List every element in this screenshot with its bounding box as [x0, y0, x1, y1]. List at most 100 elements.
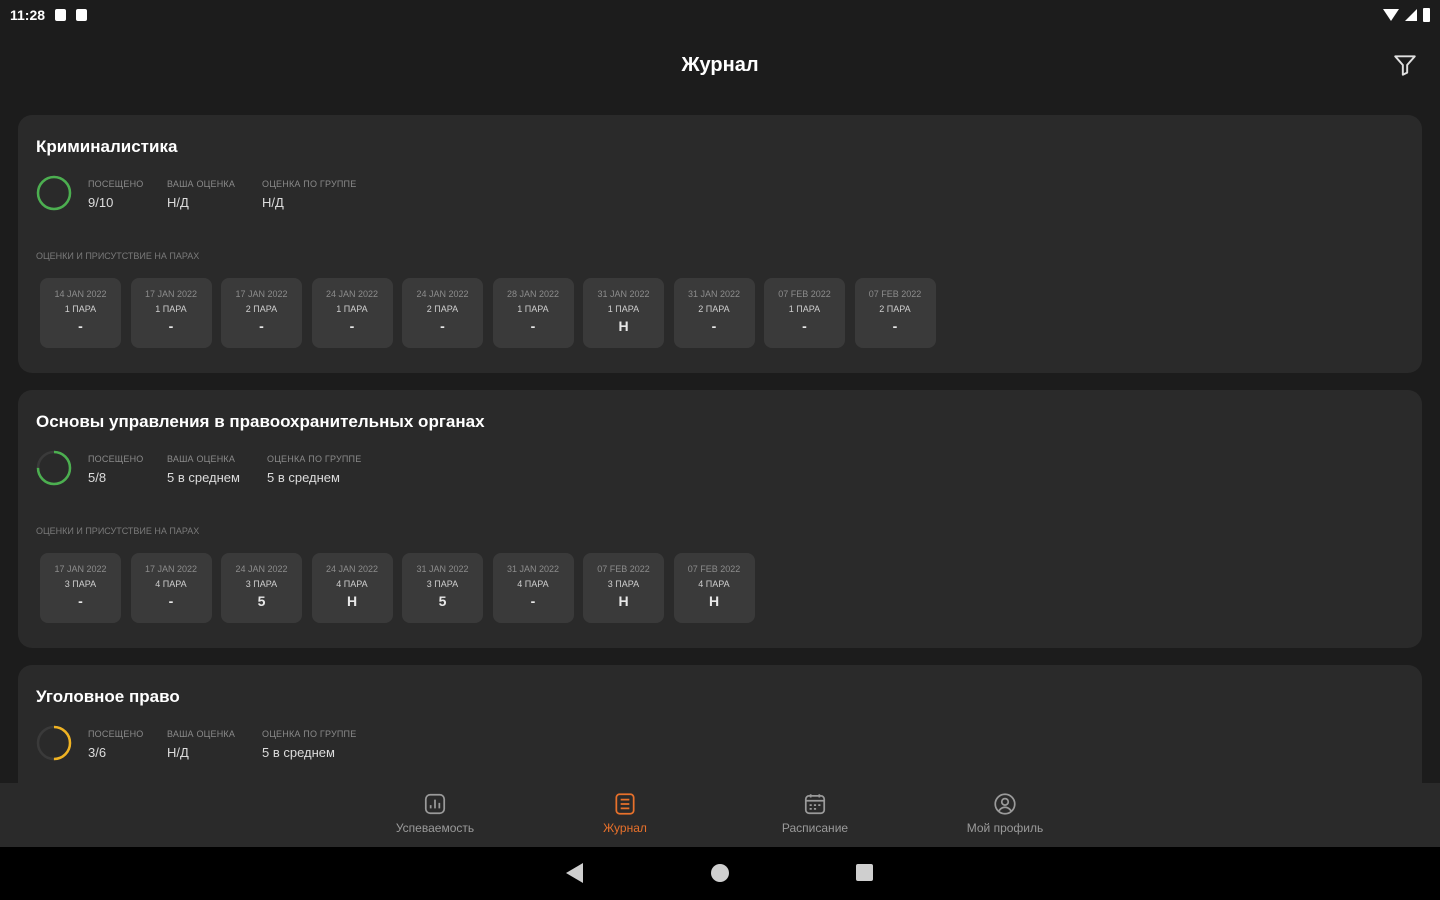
lesson-tile[interactable]: 31 JAN 2022 2 ПАРА -: [673, 278, 755, 348]
lesson-pair: 1 ПАРА: [336, 304, 368, 314]
stat-label: оценка по группе: [262, 729, 357, 739]
lesson-tile[interactable]: 07 FEB 2022 2 ПАРА -: [854, 278, 936, 348]
lesson-date: 24 JAN 2022: [325, 564, 379, 574]
lesson-mark: -: [349, 318, 355, 334]
stat-label: ваша оценка: [167, 729, 236, 739]
lesson-mark: -: [802, 318, 807, 334]
bottom-navigation: Успеваемость Журнал Расписание Мой профи…: [0, 783, 1440, 847]
stat-value: 9/10: [88, 195, 114, 210]
lesson-tile[interactable]: 28 JAN 2022 1 ПАРА -: [492, 278, 574, 348]
lesson-mark: -: [168, 318, 174, 334]
lesson-tile[interactable]: 24 JAN 2022 4 ПАРА Н: [311, 553, 393, 623]
notification-icon: [55, 9, 67, 21]
nav-label: Расписание: [781, 821, 849, 835]
lesson-tile[interactable]: 24 JAN 2022 3 ПАРА 5: [221, 553, 302, 623]
nav-item-profile[interactable]: Мой профиль: [940, 791, 1070, 835]
lesson-pair: 2 ПАРА: [426, 304, 459, 314]
attendance-progress-ring: [36, 725, 72, 761]
lesson-tile[interactable]: 17 JAN 2022 1 ПАРА -: [130, 278, 212, 348]
lesson-date: 31 JAN 2022: [506, 564, 560, 574]
lesson-mark: -: [78, 593, 83, 609]
page-title: Журнал: [681, 53, 759, 76]
lesson-tile[interactable]: 07 FEB 2022 4 ПАРА Н: [673, 553, 755, 623]
nav-item-performance[interactable]: Успеваемость: [370, 791, 500, 835]
sd-card-icon: [76, 9, 88, 21]
lesson-date: 24 JAN 2022: [416, 289, 469, 299]
home-icon[interactable]: [711, 864, 729, 882]
nav-item-schedule[interactable]: Расписание: [750, 791, 880, 835]
lesson-tile[interactable]: 17 JAN 2022 4 ПАРА -: [130, 553, 212, 623]
lesson-tile[interactable]: 17 JAN 2022 2 ПАРА -: [221, 278, 302, 348]
lesson-pair: 3 ПАРА: [426, 579, 459, 589]
lesson-date: 24 JAN 2022: [325, 289, 379, 299]
stat-label: оценка по группе: [262, 179, 357, 189]
lesson-tile[interactable]: 07 FEB 2022 1 ПАРА -: [764, 278, 845, 348]
stat-attended: посещено 9/10: [88, 179, 144, 210]
lesson-date: 31 JAN 2022: [597, 289, 650, 299]
lesson-mark: Н: [618, 593, 629, 609]
stat-attended: посещено 3/6: [88, 729, 144, 760]
profile-icon: [994, 793, 1016, 815]
lesson-tile[interactable]: 24 JAN 2022 1 ПАРА -: [311, 278, 393, 348]
attendance-progress-ring: [36, 175, 72, 211]
nav-item-journal[interactable]: Журнал: [560, 791, 690, 835]
lesson-date: 17 JAN 2022: [144, 564, 198, 574]
stat-group-grade: оценка по группе 5 в среднем: [262, 729, 356, 760]
subject-card[interactable]: Криминалистика посещено 9/10 ваша оценка…: [18, 115, 1422, 373]
journal-list[interactable]: Криминалистика посещено 9/10 ваша оценка…: [0, 100, 1440, 783]
lesson-date: 07 FEB 2022: [687, 564, 741, 574]
lesson-pair: 3 ПАРА: [245, 579, 278, 589]
section-label: оценки и присутствие на парах: [36, 251, 200, 261]
subject-card[interactable]: Уголовное право посещено 3/6 ваша оценка…: [18, 665, 1422, 783]
lesson-tile[interactable]: 31 JAN 2022 4 ПАРА -: [492, 553, 574, 623]
lesson-tile[interactable]: 07 FEB 2022 3 ПАРА Н: [583, 553, 664, 623]
lesson-mark: -: [530, 318, 536, 334]
lesson-tile[interactable]: 31 JAN 2022 1 ПАРА Н: [583, 278, 664, 348]
lesson-date: 07 FEB 2022: [868, 289, 922, 299]
lesson-mark: -: [711, 318, 717, 334]
lesson-pair: 4 ПАРА: [517, 579, 549, 589]
lesson-mark: -: [440, 318, 445, 334]
lesson-tile[interactable]: 31 JAN 2022 3 ПАРА 5: [402, 553, 483, 623]
stat-label: оценка по группе: [267, 454, 362, 464]
lesson-date: 24 JAN 2022: [235, 564, 288, 574]
stat-attended: посещено 5/8: [88, 454, 144, 485]
lesson-date: 17 JAN 2022: [235, 289, 288, 299]
battery-icon: [1423, 8, 1430, 22]
lesson-mark: Н: [618, 318, 629, 334]
stat-label: посещено: [88, 729, 144, 739]
lesson-mark: -: [530, 593, 536, 609]
stat-label: посещено: [88, 179, 144, 189]
lesson-date: 17 JAN 2022: [144, 289, 198, 299]
back-icon[interactable]: [566, 863, 583, 883]
stat-value: 5 в среднем: [267, 470, 340, 485]
lesson-date: 07 FEB 2022: [778, 289, 831, 299]
stat-group-grade: оценка по группе Н/Д: [262, 179, 356, 210]
lesson-mark: -: [892, 318, 898, 334]
lesson-tile[interactable]: 17 JAN 2022 3 ПАРА -: [40, 553, 121, 623]
subject-title: Криминалистика: [36, 137, 178, 156]
subject-card[interactable]: Основы управления в правоохранительных о…: [18, 390, 1422, 648]
filter-icon[interactable]: [1392, 52, 1418, 78]
lesson-mark: -: [78, 318, 83, 334]
lesson-pair: 3 ПАРА: [607, 579, 640, 589]
stat-your-grade: ваша оценка Н/Д: [167, 179, 235, 210]
stat-label: посещено: [88, 454, 144, 464]
nav-label: Журнал: [603, 821, 647, 835]
lesson-tile[interactable]: 24 JAN 2022 2 ПАРА -: [402, 278, 483, 348]
lesson-mark: Н: [708, 593, 720, 609]
lesson-tile[interactable]: 14 JAN 2022 1 ПАРА -: [40, 278, 121, 348]
recents-icon[interactable]: [856, 864, 873, 881]
calendar-icon: [804, 794, 826, 815]
stat-value: Н/Д: [167, 745, 189, 760]
lesson-pair: 4 ПАРА: [336, 579, 368, 589]
stat-label: ваша оценка: [167, 454, 236, 464]
lesson-pair: 1 ПАРА: [155, 304, 187, 314]
signal-icon: [1405, 9, 1417, 21]
app-bar: Журнал: [0, 30, 1440, 100]
stat-value: Н/Д: [262, 195, 284, 210]
lesson-pair: 4 ПАРА: [698, 579, 730, 589]
lesson-mark: -: [168, 593, 174, 609]
lesson-pair: 1 ПАРА: [64, 304, 97, 314]
chart-icon: [424, 793, 446, 815]
